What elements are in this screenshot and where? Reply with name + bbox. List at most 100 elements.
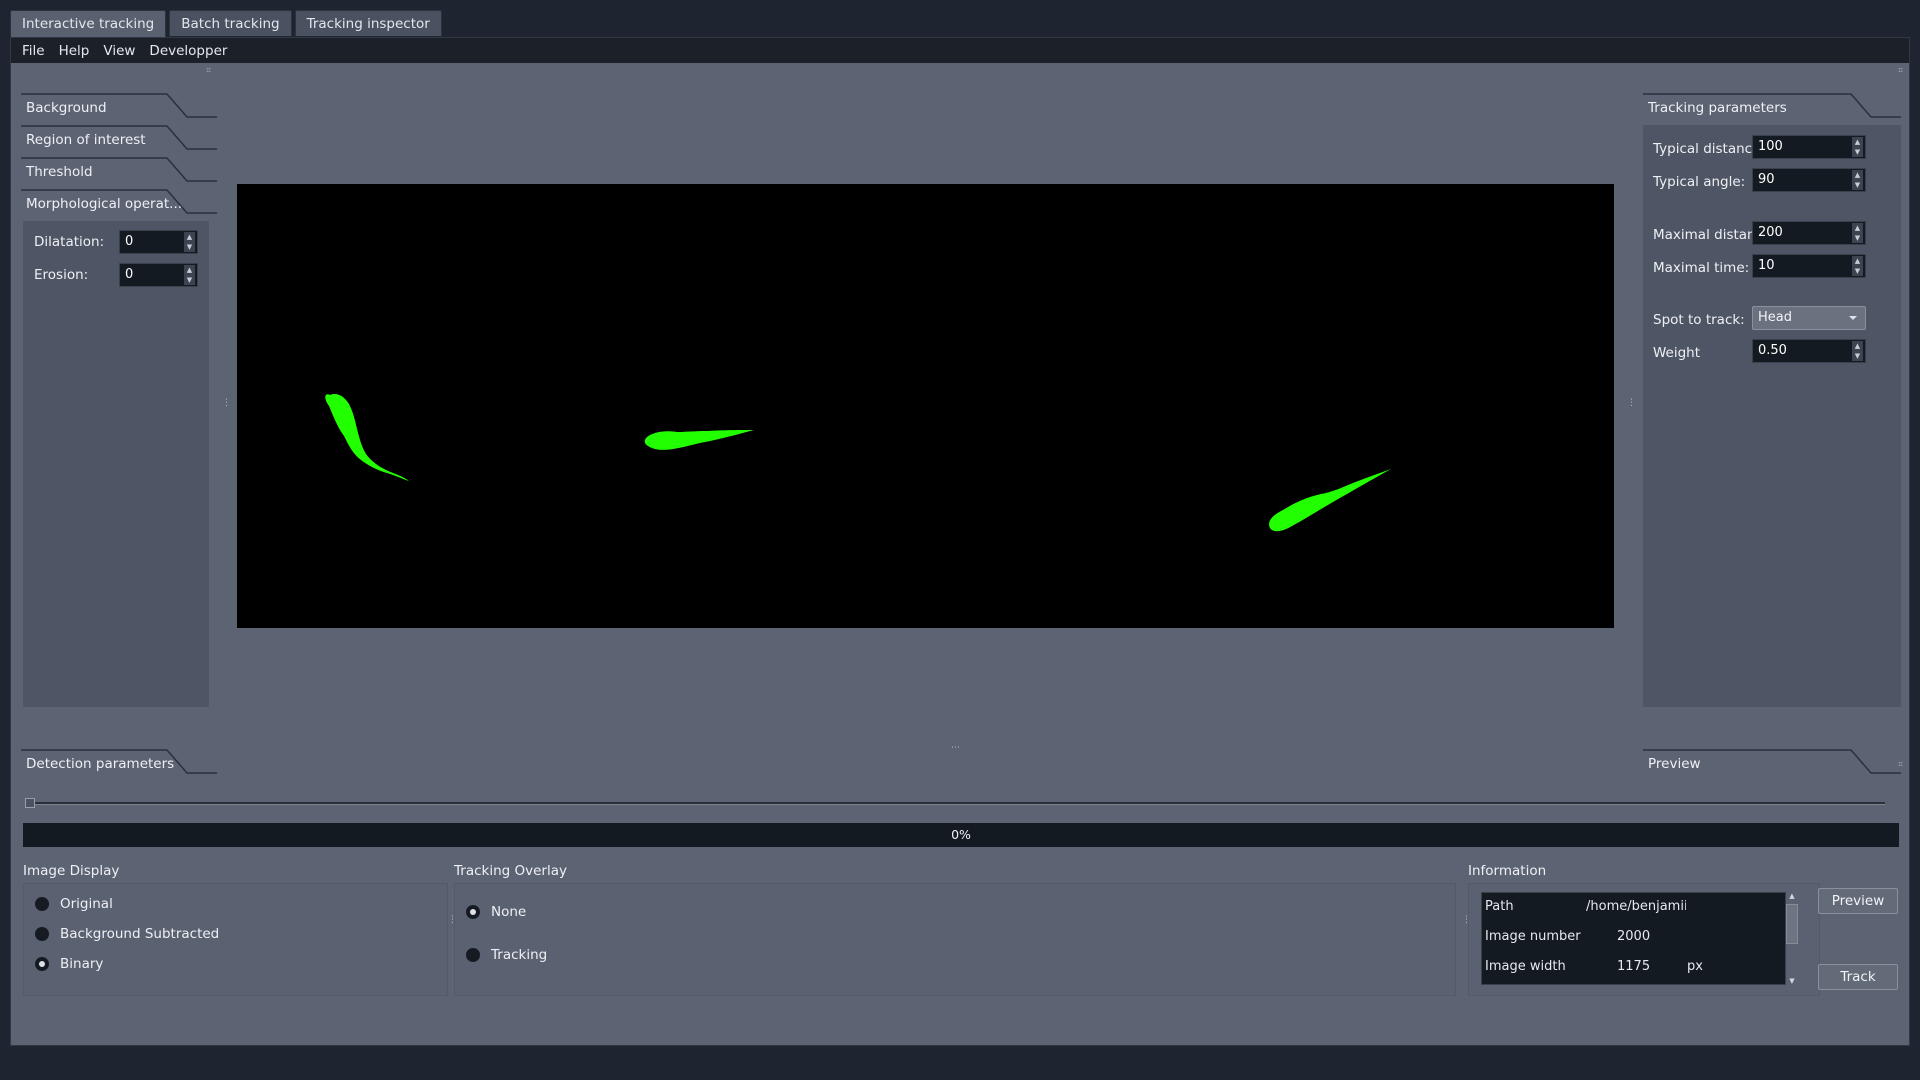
info-value-image-number: 2000 bbox=[1617, 929, 1651, 944]
detected-fish-2 bbox=[644, 430, 754, 450]
tracking-overlay-group: None Tracking bbox=[454, 883, 1456, 996]
typical-distance-spinbox[interactable]: 100 ▲ ▼ bbox=[1752, 135, 1866, 159]
typical-distance-label: Typical distance: bbox=[1653, 141, 1765, 157]
tab-detection-parameters[interactable]: Detection parameters bbox=[21, 749, 217, 780]
preview-tab-label: Preview bbox=[1648, 756, 1701, 772]
spin-down-icon[interactable]: ▼ bbox=[1852, 233, 1863, 243]
spin-down-icon[interactable]: ▼ bbox=[1852, 147, 1863, 157]
section-threshold[interactable]: Threshold bbox=[21, 157, 217, 188]
spin-up-icon[interactable]: ▲ bbox=[1852, 256, 1863, 266]
splitter-handle[interactable]: ⋮ bbox=[1627, 398, 1636, 408]
maximal-time-spinbox[interactable]: 10 ▲ ▼ bbox=[1752, 254, 1866, 278]
image-display-title: Image Display bbox=[23, 863, 120, 879]
spin-up-icon[interactable]: ▲ bbox=[1852, 170, 1863, 180]
radio-binary[interactable]: Binary bbox=[35, 956, 103, 972]
maximal-distance-value: 200 bbox=[1758, 225, 1783, 240]
section-background[interactable]: Background bbox=[21, 93, 217, 124]
radio-indicator bbox=[35, 897, 49, 911]
typical-angle-value: 90 bbox=[1758, 172, 1775, 187]
info-unit-image-width: px bbox=[1687, 959, 1703, 974]
information-group: Path /home/benjamii Image number 2000 Im… bbox=[1468, 883, 1820, 996]
radio-indicator-checked bbox=[35, 957, 49, 971]
erosion-value: 0 bbox=[125, 267, 134, 282]
radio-none[interactable]: None bbox=[466, 904, 526, 920]
weight-value: 0.50 bbox=[1758, 343, 1787, 358]
preview-button[interactable]: Preview bbox=[1818, 888, 1898, 914]
progress-bar: 0% bbox=[23, 823, 1899, 847]
menubar: File Help View Developper bbox=[11, 38, 1909, 63]
radio-binary-label: Binary bbox=[60, 956, 104, 972]
image-viewer[interactable] bbox=[237, 184, 1614, 628]
splitter-handle[interactable]: ⋯ bbox=[951, 743, 960, 753]
maximal-distance-spinbox[interactable]: 200 ▲ ▼ bbox=[1752, 221, 1866, 245]
section-region-of-interest[interactable]: Region of interest bbox=[21, 125, 217, 156]
tab-batch-tracking[interactable]: Batch tracking bbox=[169, 10, 292, 36]
tracking-parameters-title: Tracking parameters bbox=[1648, 100, 1787, 116]
tab-tracking-inspector[interactable]: Tracking inspector bbox=[294, 10, 442, 36]
track-button[interactable]: Track bbox=[1818, 964, 1898, 990]
section-morphological-label: Morphological operat... bbox=[26, 196, 183, 212]
main-window: File Help View Developper ⌗ ⌗ ⌗ Backgrou… bbox=[10, 37, 1910, 1046]
frame-slider-track[interactable] bbox=[25, 802, 1885, 805]
radio-tracking[interactable]: Tracking bbox=[466, 947, 547, 963]
spin-down-icon[interactable]: ▼ bbox=[184, 275, 195, 285]
menu-file[interactable]: File bbox=[22, 43, 54, 59]
spin-up-icon[interactable]: ▲ bbox=[1852, 223, 1863, 233]
radio-indicator bbox=[35, 927, 49, 941]
radio-none-label: None bbox=[491, 904, 527, 920]
binary-image bbox=[325, 394, 1391, 532]
dilatation-value: 0 bbox=[125, 234, 134, 249]
radio-background-subtracted[interactable]: Background Subtracted bbox=[35, 926, 219, 942]
tab-preview[interactable]: Preview bbox=[1643, 749, 1901, 780]
menu-view[interactable]: View bbox=[103, 43, 144, 59]
spot-to-track-select[interactable]: Head bbox=[1752, 306, 1866, 330]
section-morphological[interactable]: Morphological operat... bbox=[21, 189, 217, 220]
menu-help[interactable]: Help bbox=[59, 43, 99, 59]
chevron-down-icon bbox=[1849, 316, 1857, 320]
detected-fish-3 bbox=[1269, 469, 1391, 532]
detection-parameters-label: Detection parameters bbox=[26, 756, 175, 772]
tab-interactive-tracking[interactable]: Interactive tracking bbox=[10, 10, 167, 37]
spin-up-icon[interactable]: ▲ bbox=[1852, 137, 1863, 147]
information-title: Information bbox=[1468, 863, 1547, 879]
maximal-time-label: Maximal time: bbox=[1653, 260, 1750, 276]
weight-spinbox[interactable]: 0.50 ▲ ▼ bbox=[1752, 339, 1866, 363]
radio-indicator-checked bbox=[466, 905, 480, 919]
erosion-label: Erosion: bbox=[34, 267, 89, 283]
tracking-parameters-panel: Typical distance: 100 ▲ ▼ Typical angle: … bbox=[1643, 125, 1901, 707]
typical-angle-spinbox[interactable]: 90 ▲ ▼ bbox=[1752, 168, 1866, 192]
menu-developper[interactable]: Developper bbox=[149, 43, 236, 59]
info-key-image-width: Image width bbox=[1485, 959, 1566, 974]
scroll-up-icon[interactable]: ▲ bbox=[1787, 892, 1797, 900]
morphological-panel: Dilatation: 0 ▲ ▼ Erosion: 0 ▲ ▼ bbox=[23, 221, 209, 707]
spin-up-icon[interactable]: ▲ bbox=[1852, 341, 1863, 351]
erosion-spinbox[interactable]: 0 ▲ ▼ bbox=[119, 263, 198, 287]
section-roi-label: Region of interest bbox=[26, 132, 146, 148]
main-tabs: Interactive tracking Batch tracking Trac… bbox=[10, 10, 442, 37]
spot-to-track-label: Spot to track: bbox=[1653, 312, 1745, 328]
spin-up-icon[interactable]: ▲ bbox=[184, 265, 195, 275]
dilatation-spinbox[interactable]: 0 ▲ ▼ bbox=[119, 230, 198, 254]
radio-original-label: Original bbox=[60, 896, 113, 912]
dock-float-icon[interactable]: ⌗ bbox=[206, 66, 216, 76]
weight-label: Weight bbox=[1653, 345, 1701, 361]
information-scrollbar[interactable]: ▲ ▼ bbox=[1786, 892, 1798, 985]
frame-slider-handle[interactable] bbox=[25, 798, 35, 808]
splitter-handle[interactable]: ⋮ bbox=[222, 398, 231, 408]
info-key-image-number: Image number bbox=[1485, 929, 1581, 944]
dock-float-icon[interactable]: ⌗ bbox=[1898, 66, 1908, 76]
info-key-path: Path bbox=[1485, 899, 1514, 914]
spin-down-icon[interactable]: ▼ bbox=[1852, 266, 1863, 276]
tracking-parameters-tab[interactable]: Tracking parameters bbox=[1643, 93, 1901, 124]
scrollbar-thumb[interactable] bbox=[1786, 904, 1798, 944]
spin-down-icon[interactable]: ▼ bbox=[184, 242, 195, 252]
radio-original[interactable]: Original bbox=[35, 896, 113, 912]
spin-down-icon[interactable]: ▼ bbox=[1852, 351, 1863, 361]
spin-up-icon[interactable]: ▲ bbox=[184, 232, 195, 242]
typical-distance-value: 100 bbox=[1758, 139, 1783, 154]
scroll-down-icon[interactable]: ▼ bbox=[1787, 977, 1797, 985]
spin-down-icon[interactable]: ▼ bbox=[1852, 180, 1863, 190]
radio-background-subtracted-label: Background Subtracted bbox=[60, 926, 220, 942]
maximal-time-value: 10 bbox=[1758, 258, 1775, 273]
info-value-path: /home/benjamii bbox=[1586, 899, 1686, 914]
